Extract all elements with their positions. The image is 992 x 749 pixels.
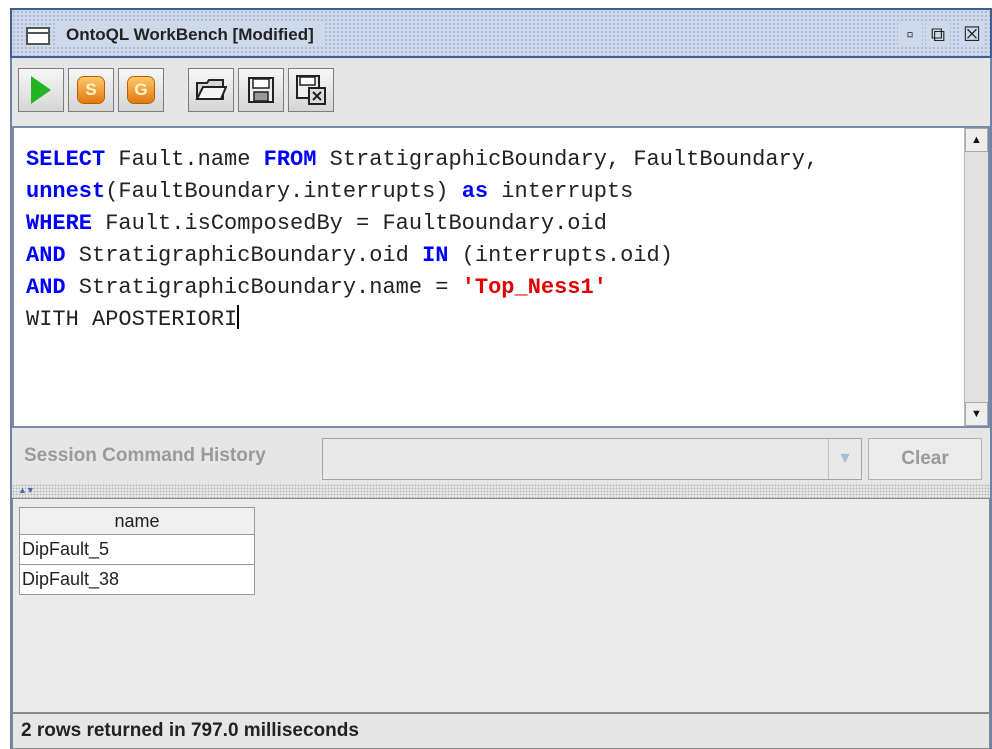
sql-string: 'Top_Ness1' (461, 275, 607, 300)
code-line[interactable]: WHERE Fault.isComposedBy = FaultBoundary… (26, 208, 818, 240)
code-line[interactable]: WITH APOSTERIORI (26, 304, 818, 336)
clear-button[interactable]: Clear (868, 438, 982, 480)
s-icon: S (78, 77, 104, 103)
sql-text: Fault.name (105, 147, 264, 172)
sql-text: (interrupts.oid) (448, 243, 673, 268)
history-bar: Session Command History ▼ Clear (12, 428, 990, 484)
run-button[interactable] (18, 68, 64, 112)
column-header-name[interactable]: name (19, 507, 255, 535)
sql-keyword: AND (26, 243, 66, 268)
sql-keyword: WHERE (26, 211, 93, 236)
g-button[interactable]: G (118, 68, 164, 112)
code-line[interactable]: AND StratigraphicBoundary.name = 'Top_Ne… (26, 272, 818, 304)
status-text: 2 rows returned in 797.0 milliseconds (21, 720, 359, 741)
sql-text: interrupts (488, 179, 634, 204)
table-row[interactable]: DipFault_5 (19, 535, 255, 565)
sql-keyword: unnest (26, 179, 106, 204)
status-bar: 2 rows returned in 797.0 milliseconds (12, 713, 990, 749)
save-as-button[interactable] (288, 68, 334, 112)
code-line[interactable]: AND StratigraphicBoundary.oid IN (interr… (26, 240, 818, 272)
folder-icon (195, 79, 227, 100)
sql-keyword: SELECT (26, 147, 106, 172)
chevron-down-icon[interactable]: ▼ (828, 439, 861, 479)
query-editor[interactable]: SELECT Fault.name FROM StratigraphicBoun… (12, 126, 990, 428)
window-icon (26, 27, 50, 45)
save-button[interactable] (238, 68, 284, 112)
code-line[interactable]: SELECT Fault.name FROM StratigraphicBoun… (26, 144, 818, 176)
split-pane-divider[interactable]: ▲▼ (12, 484, 990, 498)
history-combobox[interactable]: ▼ (322, 438, 862, 480)
scroll-up-icon[interactable]: ▲ (965, 128, 988, 152)
sql-keyword: as (461, 179, 489, 204)
text-caret (237, 305, 240, 329)
sql-text: Fault.isComposedBy = FaultBoundary.oid (92, 211, 607, 236)
window-title: OntoQL WorkBench [Modified] (56, 23, 324, 47)
editor-scrollbar[interactable]: ▲ ▼ (964, 128, 988, 426)
sql-keyword: AND (26, 275, 66, 300)
query-text[interactable]: SELECT Fault.name FROM StratigraphicBoun… (26, 144, 818, 336)
maximize-button[interactable]: ⧉ (926, 23, 950, 47)
sql-text: StratigraphicBoundary.oid (65, 243, 423, 268)
code-line[interactable]: unnest(FaultBoundary.interrupts) as inte… (26, 176, 818, 208)
sql-text: WITH APOSTERIORI (26, 307, 238, 332)
collapse-arrows-icon[interactable]: ▲▼ (18, 485, 35, 495)
s-button[interactable]: S (68, 68, 114, 112)
results-panel: name DipFault_5 DipFault_38 (12, 498, 990, 713)
workbench-window: OntoQL WorkBench [Modified] ▫ ⧉ ☒ S G SE… (10, 8, 992, 749)
table-row[interactable]: DipFault_38 (19, 565, 255, 595)
sql-text: StratigraphicBoundary, FaultBoundary, (316, 147, 819, 172)
scroll-down-icon[interactable]: ▼ (965, 402, 988, 426)
floppy-icon (248, 77, 274, 103)
results-table: name DipFault_5 DipFault_38 (19, 507, 255, 595)
toolbar: S G (12, 58, 990, 127)
g-icon: G (128, 77, 154, 103)
close-button[interactable]: ☒ (960, 23, 984, 47)
title-bar[interactable]: OntoQL WorkBench [Modified] ▫ ⧉ ☒ (10, 8, 992, 58)
minimize-button[interactable]: ▫ (898, 23, 922, 47)
play-icon (31, 76, 51, 104)
sql-text: StratigraphicBoundary.name = (65, 275, 462, 300)
sql-keyword: FROM (263, 147, 317, 172)
open-button[interactable] (188, 68, 234, 112)
history-label: Session Command History (24, 445, 266, 466)
floppy-x-icon (296, 75, 326, 105)
sql-text: (FaultBoundary.interrupts) (105, 179, 462, 204)
sql-keyword: IN (422, 243, 449, 268)
